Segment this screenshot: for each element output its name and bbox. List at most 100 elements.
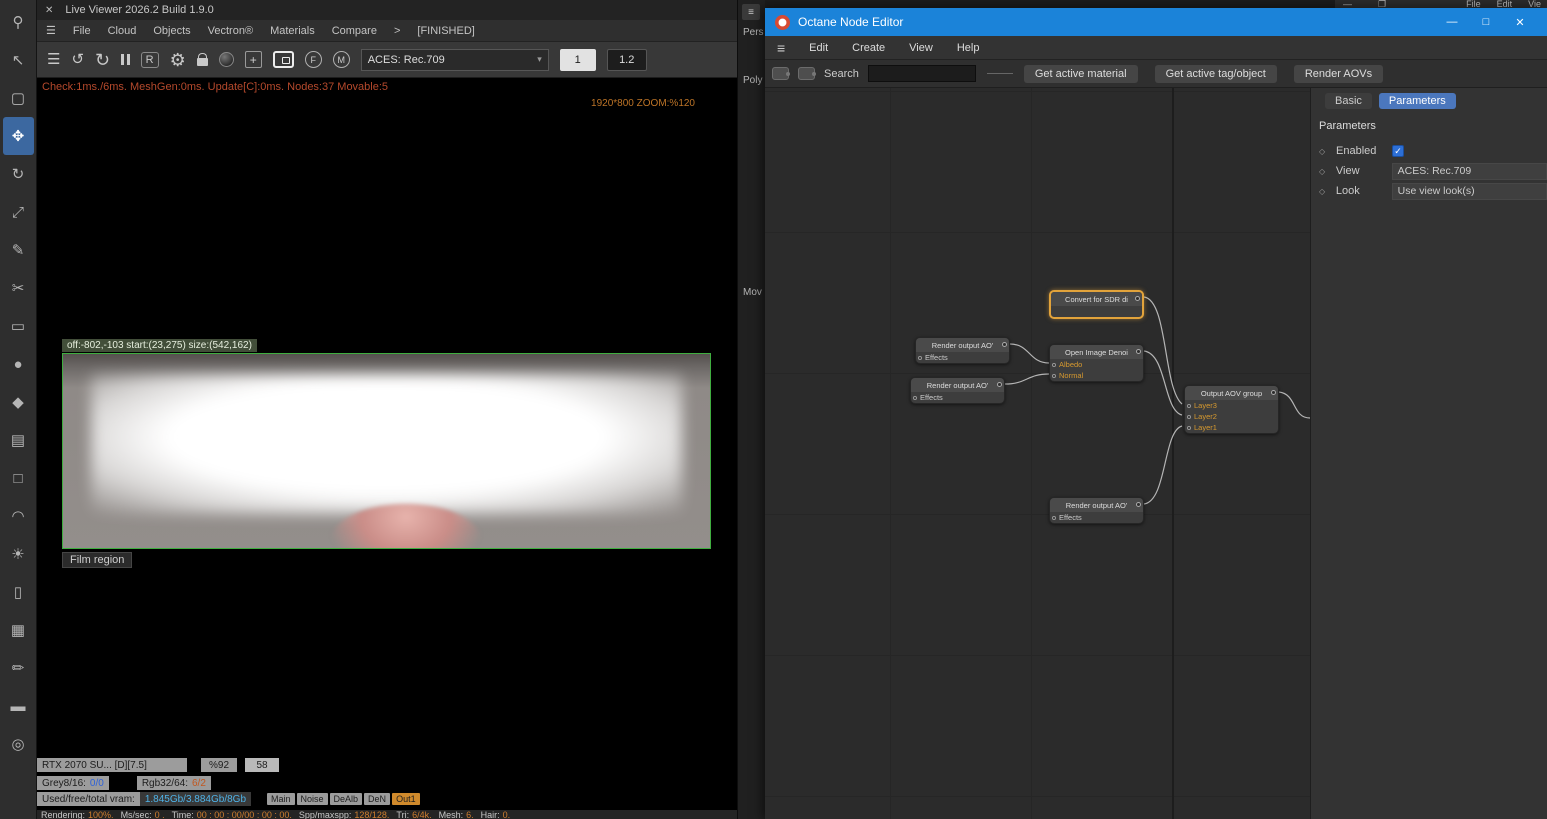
node-row-effects[interactable]: Effects (1059, 513, 1082, 522)
menu-icon[interactable]: ☰ (46, 24, 56, 37)
restart-render-icon[interactable]: ↺ (71, 52, 84, 67)
node-render-output-2[interactable]: Render output AO' Effects (910, 377, 1005, 404)
node-row-normal[interactable]: Normal (1059, 371, 1083, 380)
material-picker-icon[interactable]: M (332, 51, 350, 68)
node-row-layer2[interactable]: Layer2 (1194, 412, 1217, 421)
node-editor-titlebar[interactable]: Octane Node Editor — □ ✕ (765, 8, 1547, 36)
menu-vectron[interactable]: Vectron® (208, 25, 253, 37)
pass-button-main[interactable]: Main (267, 793, 295, 805)
node-row-layer3[interactable]: Layer3 (1194, 401, 1217, 410)
plane-object-icon[interactable]: ▭ (3, 307, 34, 345)
output-pin-icon[interactable] (1271, 390, 1276, 395)
input-pin-icon[interactable] (1187, 403, 1191, 408)
node-graph-canvas[interactable]: Render output AO' Effects Render output … (765, 88, 1310, 819)
get-active-material-button[interactable]: Get active material (1023, 64, 1138, 83)
hamburger-icon[interactable]: ≡ (777, 40, 785, 56)
settings-gear-icon[interactable]: ⚙ (170, 51, 186, 69)
move-tool-icon[interactable]: ✥ (2, 117, 34, 155)
menu-cloud[interactable]: Cloud (108, 25, 137, 37)
tab-parameters[interactable]: Parameters (1378, 93, 1456, 109)
refresh-render-icon[interactable]: ↻ (95, 51, 110, 69)
node-open-image-denoiser[interactable]: Open Image Denoi Albedo Normal (1049, 344, 1144, 382)
menu-file[interactable]: File (73, 25, 91, 37)
marquee-tool-icon[interactable]: ▢ (3, 79, 34, 117)
output-pin-icon[interactable] (1136, 349, 1141, 354)
pencil-tool-icon[interactable]: ✏ (3, 649, 34, 687)
menu-overflow-chevron[interactable]: > (394, 25, 400, 37)
cylinder-object-icon[interactable]: ▯ (3, 573, 34, 611)
node-row-effects[interactable]: Effects (925, 353, 948, 362)
hamburger-icon[interactable]: ☰ (47, 52, 60, 67)
knife-tool-icon[interactable]: ✂ (3, 269, 34, 307)
input-pin-icon[interactable] (913, 395, 917, 400)
node-type-icon-2[interactable] (798, 67, 816, 80)
maximize-button[interactable]: □ (1469, 16, 1503, 29)
node-convert-for-sdr[interactable]: Convert for SDR di (1049, 290, 1144, 319)
scale-tool-icon[interactable]: ⤢ (3, 193, 34, 231)
pass-button-out1[interactable]: Out1 (392, 793, 420, 805)
node-type-icon[interactable] (772, 67, 790, 80)
light-object-icon[interactable]: ☀ (3, 535, 34, 573)
viewport-label-pers[interactable]: Pers (743, 27, 764, 38)
bed-object-icon[interactable]: ▬ (3, 687, 34, 725)
target-tool-icon[interactable]: ◎ (3, 725, 34, 763)
look-select[interactable]: Use view look(s) (1391, 182, 1547, 200)
menu-materials[interactable]: Materials (270, 25, 315, 37)
node-render-output-1[interactable]: Render output AO' Effects (915, 337, 1010, 364)
node-render-output-3[interactable]: Render output AO' Effects (1049, 497, 1144, 524)
resolution-scale-field[interactable]: 1 (559, 48, 596, 71)
material-ball-icon[interactable] (218, 52, 234, 67)
node-row-albedo[interactable]: Albedo (1059, 360, 1082, 369)
input-pin-icon[interactable] (1052, 515, 1056, 520)
ne-menu-create[interactable]: Create (852, 42, 885, 54)
node-output-aov-group[interactable]: Output AOV group Layer3 Layer2 Layer1 (1184, 385, 1279, 434)
gamma-field[interactable]: 1.2 (606, 48, 647, 71)
tab-basic[interactable]: Basic (1325, 93, 1372, 109)
colorspace-dropdown[interactable]: ACES: Rec.709 ▾ (360, 48, 549, 71)
output-pin-icon[interactable] (1002, 342, 1007, 347)
output-pin-icon[interactable] (1135, 296, 1140, 301)
pause-render-icon[interactable] (121, 54, 130, 65)
reset-button[interactable]: R (140, 51, 159, 68)
pen-tool-icon[interactable]: ✎ (3, 231, 34, 269)
search-input[interactable] (867, 65, 976, 82)
boxes-object-icon[interactable]: ▦ (3, 611, 34, 649)
layers-object-icon[interactable]: ▤ (3, 421, 34, 459)
menu-compare[interactable]: Compare (332, 25, 377, 37)
output-pin-icon[interactable] (1136, 502, 1141, 507)
enabled-checkbox[interactable]: ✓ (1392, 145, 1404, 157)
ne-menu-help[interactable]: Help (957, 42, 980, 54)
get-active-tag-object-button[interactable]: Get active tag/object (1154, 64, 1277, 83)
output-pin-icon[interactable] (997, 382, 1002, 387)
cube-object-icon[interactable]: ◆ (3, 383, 34, 421)
sphere-object-icon[interactable]: ● (3, 345, 34, 383)
rotate-tool-icon[interactable]: ↻ (3, 155, 34, 193)
menu-objects[interactable]: Objects (153, 25, 190, 37)
input-pin-icon[interactable] (918, 355, 922, 360)
input-pin-icon[interactable] (1052, 362, 1056, 367)
node-row-layer1[interactable]: Layer1 (1194, 423, 1217, 432)
view-select[interactable]: ACES: Rec.709 (1391, 162, 1547, 180)
close-icon[interactable]: ✕ (45, 5, 53, 16)
film-settings-icon[interactable]: F (304, 51, 322, 68)
pass-button-noise[interactable]: Noise (296, 793, 328, 805)
input-pin-icon[interactable] (1052, 373, 1056, 378)
node-row-effects[interactable]: Effects (920, 393, 943, 402)
close-button[interactable]: ✕ (1503, 16, 1537, 29)
viewport-label-poly[interactable]: Poly (743, 75, 762, 86)
render-aovs-button[interactable]: Render AOVs (1293, 64, 1384, 83)
select-tool-icon[interactable]: ↖ (3, 41, 34, 79)
viewport-label-mov[interactable]: Mov (743, 287, 762, 298)
cube-outline-icon[interactable]: □ (3, 459, 34, 497)
lock-resolution-icon[interactable] (196, 53, 208, 66)
minimize-button[interactable]: — (1435, 16, 1469, 29)
add-icon[interactable]: + (244, 51, 262, 68)
input-pin-icon[interactable] (1187, 425, 1191, 430)
ne-menu-edit[interactable]: Edit (809, 42, 828, 54)
zoom-tool-icon[interactable]: ⚲ (3, 3, 34, 41)
input-pin-icon[interactable] (1187, 414, 1191, 419)
render-region-icon[interactable] (272, 51, 294, 68)
render-region-image[interactable] (62, 353, 711, 549)
viewport-menu-icon[interactable]: ≡ (742, 4, 760, 20)
pass-button-den[interactable]: DeN (364, 793, 391, 805)
